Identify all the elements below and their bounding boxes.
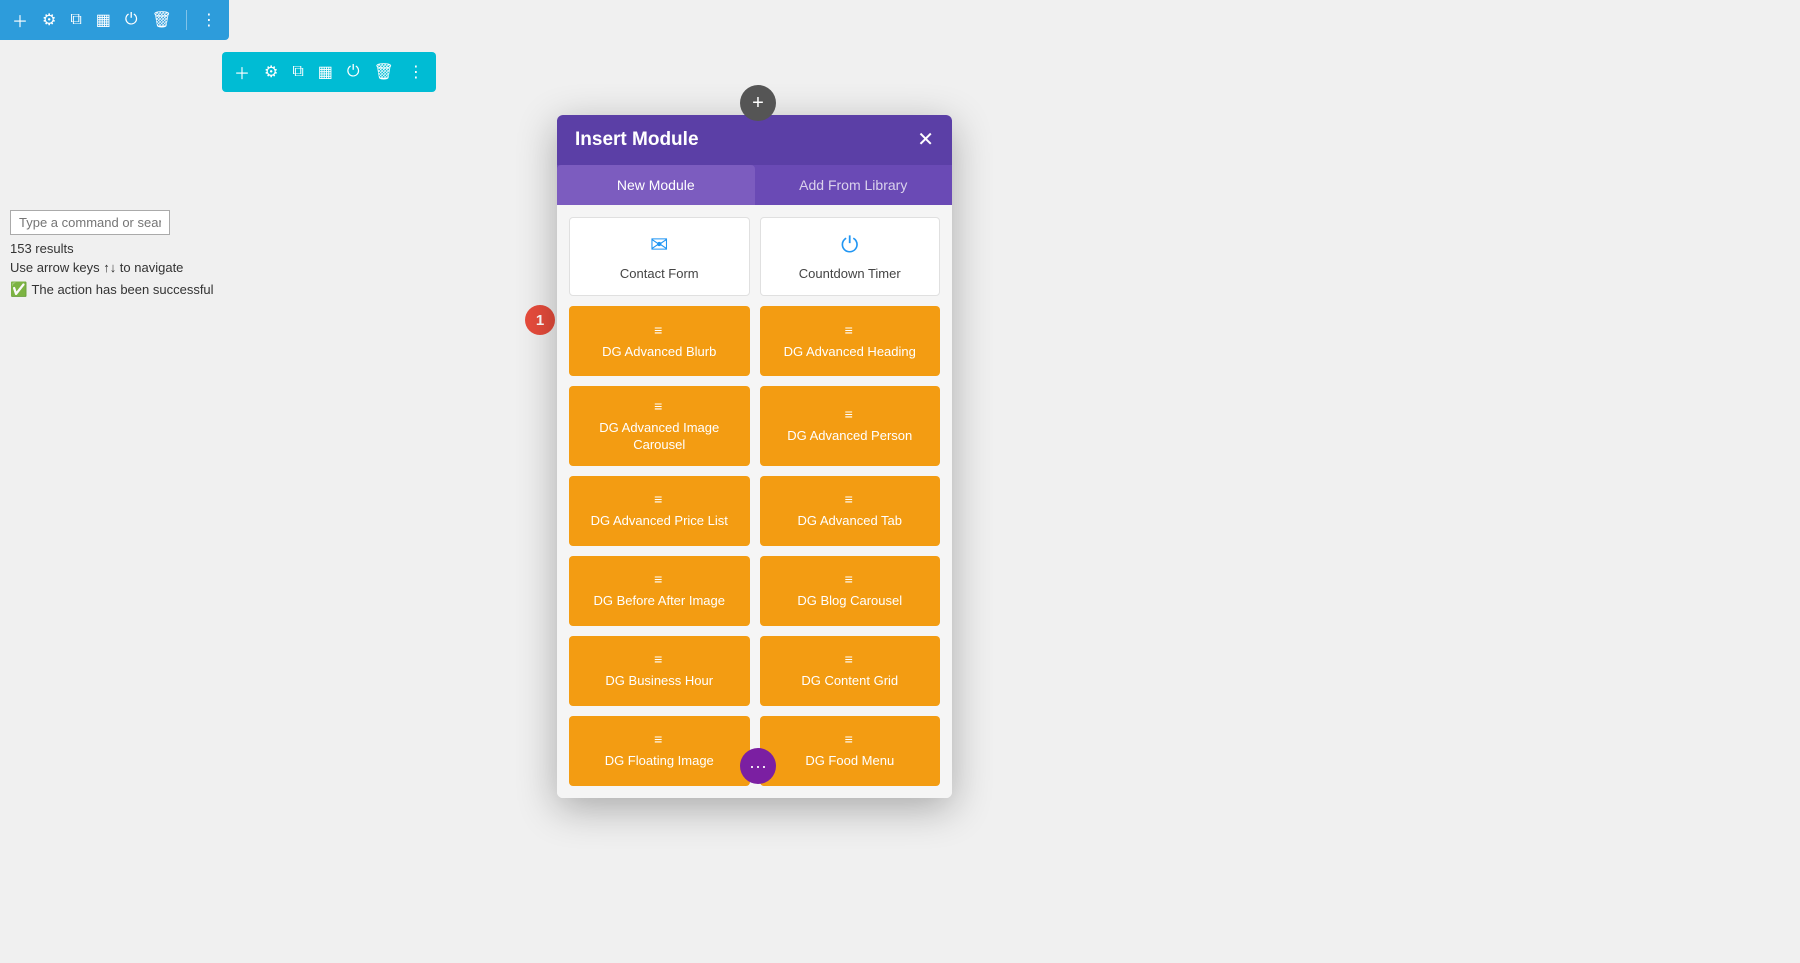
module-card-dg-before-after-image[interactable]: ≡ DG Before After Image — [569, 556, 750, 626]
tab-add-from-library[interactable]: Add From Library — [755, 165, 953, 205]
dots-icon[interactable]: ⋮ — [201, 10, 217, 30]
top-toolbar[interactable]: ＋ ⚙ ⧉ ▦ ⏻ 🗑 ⋮ — [0, 0, 229, 40]
module-card-dg-business-hour[interactable]: ≡ DG Business Hour — [569, 636, 750, 706]
menu-icon: ≡ — [654, 651, 664, 667]
module-card-dg-content-grid[interactable]: ≡ DG Content Grid — [760, 636, 941, 706]
module-card-dg-blog-carousel[interactable]: ≡ DG Blog Carousel — [760, 556, 941, 626]
row-clone-icon[interactable]: ⧉ — [292, 63, 303, 81]
menu-icon: ≡ — [845, 322, 855, 338]
module-grid: ✉ Contact Form ⏻ Countdown Timer ≡ DG Ad… — [557, 205, 952, 798]
row-toolbar[interactable]: ＋ ⚙ ⧉ ▦ ⏻ 🗑 ⋮ — [222, 52, 436, 92]
add-icon[interactable]: ＋ — [12, 8, 28, 32]
module-card-dg-food-menu[interactable]: ≡ DG Food Menu — [760, 716, 941, 786]
step-badge: 1 — [525, 305, 555, 335]
menu-icon: ≡ — [654, 731, 664, 747]
add-module-top-button[interactable]: + — [740, 85, 776, 121]
menu-icon: ≡ — [654, 491, 664, 507]
menu-icon: ≡ — [845, 731, 855, 747]
row-settings-icon[interactable]: ⚙ — [264, 62, 278, 82]
menu-icon: ≡ — [654, 322, 664, 338]
results-count: 153 results — [10, 241, 214, 256]
separator — [186, 10, 187, 30]
menu-icon: ≡ — [845, 406, 855, 422]
nav-hint: Use arrow keys ↑↓ to navigate — [10, 260, 214, 275]
power-icon[interactable]: ⏻ — [125, 11, 138, 29]
trash-icon[interactable]: 🗑 — [152, 10, 172, 30]
module-card-dg-advanced-person[interactable]: ≡ DG Advanced Person — [760, 386, 941, 466]
module-card-dg-advanced-blurb[interactable]: ≡ DG Advanced Blurb — [569, 306, 750, 376]
module-card-dg-floating-image[interactable]: ≡ DG Floating Image — [569, 716, 750, 786]
row-dots-icon[interactable]: ⋮ — [408, 62, 424, 82]
row-grid-icon[interactable]: ▦ — [318, 62, 333, 82]
search-input[interactable] — [10, 210, 170, 235]
row-add-icon[interactable]: ＋ — [234, 60, 250, 84]
success-message: ✅ The action has been successful — [10, 281, 214, 298]
contact-form-label: Contact Form — [620, 266, 699, 281]
modal-tabs: New Module Add From Library — [557, 165, 952, 205]
settings-icon[interactable]: ⚙ — [42, 10, 56, 30]
clone-icon[interactable]: ⧉ — [70, 11, 81, 29]
module-card-countdown-timer[interactable]: ⏻ Countdown Timer — [760, 217, 941, 296]
tab-new-module[interactable]: New Module — [557, 165, 755, 205]
row-trash-icon[interactable]: 🗑 — [374, 62, 394, 82]
clock-icon: ⏻ — [841, 232, 858, 258]
menu-icon: ≡ — [654, 571, 664, 587]
module-card-dg-advanced-tab[interactable]: ≡ DG Advanced Tab — [760, 476, 941, 546]
row-power-icon[interactable]: ⏻ — [347, 63, 360, 81]
left-panel: 153 results Use arrow keys ↑↓ to navigat… — [0, 200, 224, 308]
module-card-contact-form[interactable]: ✉ Contact Form — [569, 217, 750, 296]
dots-label: ··· — [749, 756, 767, 777]
close-button[interactable]: ✕ — [917, 130, 934, 150]
module-card-dg-advanced-image-carousel[interactable]: ≡ DG Advanced Image Carousel — [569, 386, 750, 466]
menu-icon: ≡ — [845, 571, 855, 587]
menu-icon: ≡ — [845, 651, 855, 667]
menu-icon: ≡ — [654, 398, 664, 414]
envelope-icon: ✉ — [650, 232, 668, 258]
menu-icon: ≡ — [845, 491, 855, 507]
grid-icon[interactable]: ▦ — [96, 10, 111, 30]
checkmark-icon: ✅ — [10, 281, 27, 298]
module-card-dg-advanced-price-list[interactable]: ≡ DG Advanced Price List — [569, 476, 750, 546]
modal-header: Insert Module ✕ — [557, 115, 952, 165]
modal-title: Insert Module — [575, 129, 699, 151]
insert-module-modal: Insert Module ✕ New Module Add From Libr… — [557, 115, 952, 798]
countdown-timer-label: Countdown Timer — [799, 266, 901, 281]
module-card-dg-advanced-heading[interactable]: ≡ DG Advanced Heading — [760, 306, 941, 376]
add-module-bottom-button[interactable]: ··· — [740, 748, 776, 784]
